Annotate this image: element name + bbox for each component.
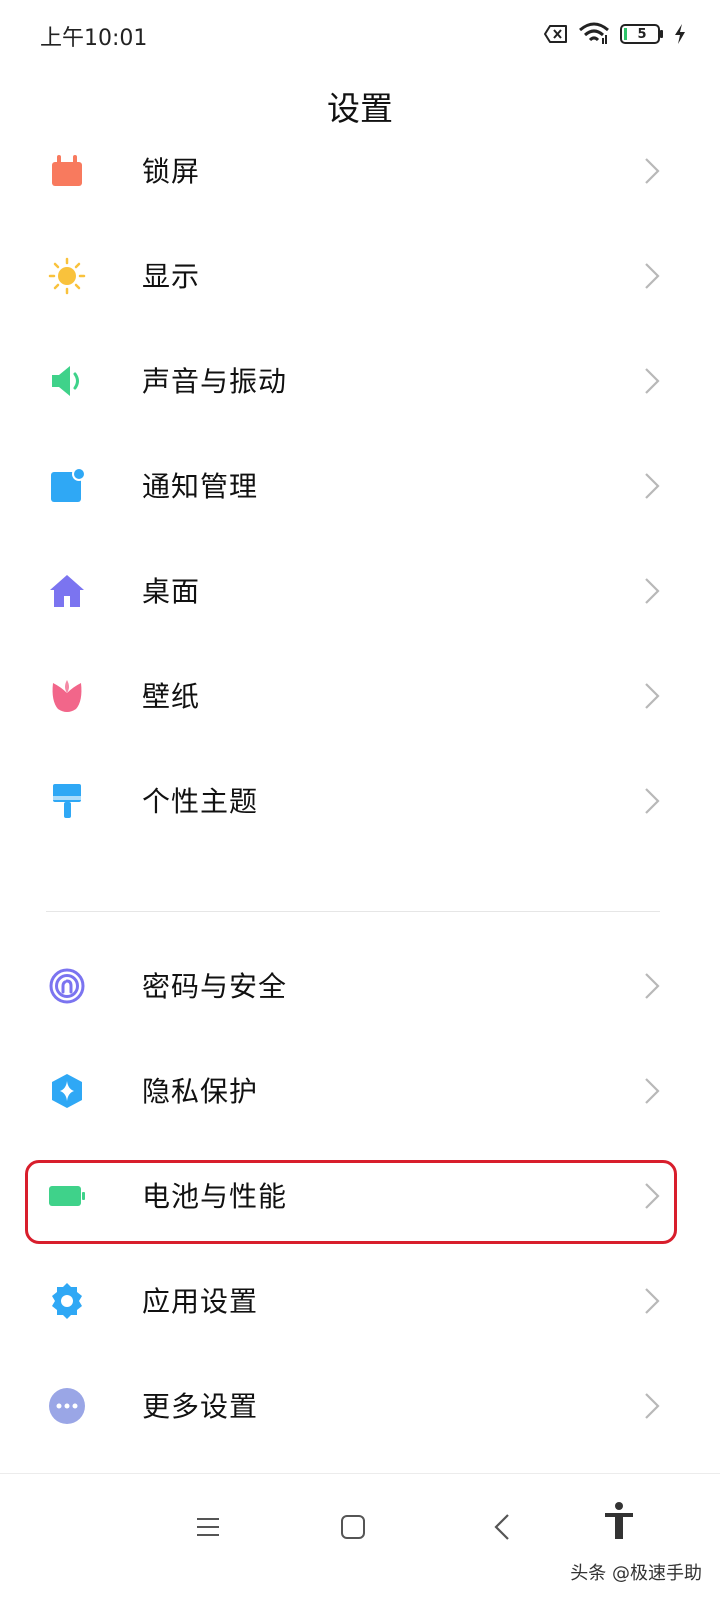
sim-off-icon	[544, 25, 567, 43]
navigation-bar: 头条 @极速手助	[0, 1473, 720, 1600]
settings-item-privacy[interactable]: 隐私保护	[0, 1040, 720, 1140]
settings-item-home-screen[interactable]: 桌面	[0, 540, 720, 640]
chevron-right-icon	[645, 1288, 660, 1314]
tulip-icon	[52, 680, 82, 712]
settings-item-label: 更多设置	[142, 1390, 259, 1423]
settings-item-wallpaper[interactable]: 壁纸	[0, 645, 720, 745]
chevron-right-icon	[645, 578, 660, 604]
settings-item-label: 壁纸	[142, 680, 201, 713]
settings-item-label: 应用设置	[142, 1285, 259, 1318]
notification-icon	[51, 467, 86, 502]
highlight-annotation	[25, 1160, 677, 1244]
settings-item-label: 隐私保护	[142, 1075, 259, 1108]
watermark: 头条 @极速手助	[570, 1563, 702, 1584]
home-icon	[50, 575, 84, 607]
menu-icon[interactable]	[188, 1507, 228, 1547]
chevron-right-icon	[645, 158, 660, 184]
status-bar: 上午10:01 5	[0, 0, 720, 70]
back-icon[interactable]	[483, 1507, 523, 1547]
chevron-right-icon	[645, 263, 660, 289]
settings-item-app-settings[interactable]: 应用设置	[0, 1250, 720, 1350]
lock-screen-icon	[52, 155, 82, 186]
settings-item-sound[interactable]: 声音与振动	[0, 330, 720, 430]
speaker-icon	[52, 366, 79, 396]
settings-item-password-security[interactable]: 密码与安全	[0, 935, 720, 1035]
more-icon	[49, 1388, 85, 1424]
chevron-right-icon	[645, 473, 660, 499]
settings-item-label: 桌面	[142, 575, 201, 608]
paint-brush-icon	[53, 784, 81, 818]
chevron-right-icon	[645, 683, 660, 709]
settings-item-label: 声音与振动	[142, 365, 288, 398]
settings-item-lock-screen[interactable]: 锁屏	[0, 120, 720, 220]
chevron-right-icon	[645, 1393, 660, 1419]
chevron-right-icon	[645, 368, 660, 394]
settings-item-label: 密码与安全	[142, 970, 288, 1003]
section-divider	[46, 911, 660, 912]
chevron-right-icon	[645, 1078, 660, 1104]
chevron-right-icon	[645, 788, 660, 814]
settings-item-more-settings[interactable]: 更多设置	[0, 1355, 720, 1455]
charging-icon	[675, 24, 685, 44]
home-square-icon[interactable]	[333, 1507, 373, 1547]
privacy-shield-icon	[52, 1074, 82, 1108]
settings-item-themes[interactable]: 个性主题	[0, 750, 720, 850]
settings-item-label: 个性主题	[142, 785, 259, 818]
battery-icon: 5	[620, 24, 664, 44]
settings-item-label: 锁屏	[142, 155, 201, 188]
gear-icon	[52, 1283, 82, 1319]
settings-item-label: 通知管理	[142, 470, 259, 503]
fingerprint-icon	[49, 968, 85, 1004]
settings-item-display[interactable]: 显示	[0, 225, 720, 325]
wifi-icon	[579, 22, 609, 44]
settings-item-label: 显示	[142, 260, 201, 293]
accessibility-icon[interactable]	[603, 1501, 635, 1541]
status-icons: 5	[544, 22, 686, 46]
settings-item-notifications[interactable]: 通知管理	[0, 435, 720, 535]
chevron-right-icon	[645, 973, 660, 999]
settings-screen: 上午10:01 5 设置 锁屏 显示 声音与振动 通知管理 桌面 壁纸 个性主题…	[0, 0, 720, 1600]
status-time: 上午10:01	[40, 26, 148, 51]
sun-icon	[48, 257, 86, 295]
battery-level: 5	[637, 26, 647, 42]
